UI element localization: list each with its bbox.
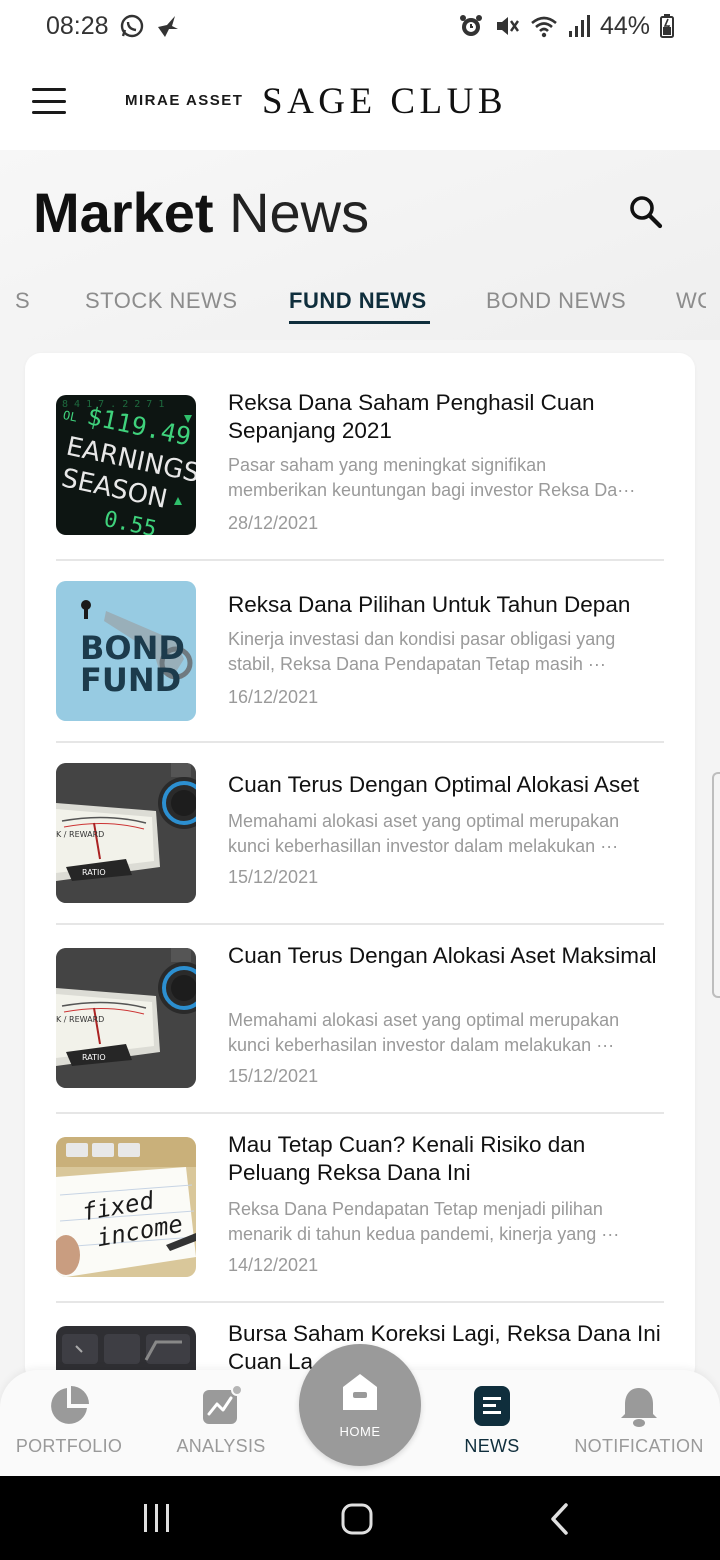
news-item[interactable]: BOND FUND Reksa Dana Pilihan Untuk Tahun… — [56, 581, 664, 743]
news-title: Mau Tetap Cuan? Kenali Risiko dan Peluan… — [228, 1132, 586, 1185]
nav-news-label: NEWS — [464, 1436, 520, 1456]
search-icon[interactable] — [628, 194, 664, 230]
back-icon[interactable] — [548, 1502, 570, 1541]
app-header: MIRAE ASSET SAGE CLUB — [0, 52, 720, 150]
news-thumbnail-ratio: K / REWARD RATIO — [56, 948, 196, 1088]
nav-analysis-label: ANALYSIS — [176, 1436, 266, 1456]
news-title: Cuan Terus Dengan Optimal Alokasi Aset — [228, 772, 640, 797]
status-left: 08:28 — [46, 12, 181, 41]
brand-sage-club: SAGE CLUB — [262, 81, 508, 122]
recent-apps-icon[interactable] — [142, 1502, 172, 1539]
news-thumbnail-ratio: K / REWARD RATIO — [56, 763, 196, 903]
news-desc-line1: Kinerja investasi dan kondisi pasar obli… — [228, 629, 616, 649]
pie-chart-icon — [47, 1384, 91, 1428]
news-date: 28/12/2021 — [228, 513, 319, 533]
news-item[interactable]: fixed income Mau Tetap Cuan? Kenali Risi… — [56, 1132, 664, 1303]
news-thumbnail-earnings: 8 4 1 7 . 2 2 7 1 OL $119.49 EARNINGS SE… — [56, 395, 196, 535]
news-item[interactable]: K / REWARD RATIO Cuan Terus Dengan Aloka… — [56, 943, 664, 1114]
bird-icon — [155, 13, 181, 39]
news-desc-line2: stabil, Reksa Dana Pendapatan Tetap masi… — [228, 654, 606, 674]
divider — [56, 559, 664, 561]
news-item[interactable]: K / REWARD RATIO Cuan Terus Dengan Optim… — [56, 763, 664, 925]
page-title-light: News — [229, 181, 370, 244]
news-desc-line2: memberikan keuntungan bagi investor Reks… — [228, 480, 636, 500]
news-desc-line2: menarik di tahun kedua pandemi, kinerja … — [228, 1224, 620, 1244]
divider — [56, 741, 664, 743]
tab-bond-news[interactable]: BOND NEWS — [486, 288, 626, 314]
battery-icon — [660, 14, 674, 38]
wifi-icon — [530, 13, 558, 39]
earnings-symbol: OL — [62, 408, 79, 425]
ratio-scale: K / REWARD — [56, 830, 104, 839]
chart-trend-icon — [199, 1384, 243, 1428]
news-desc-line1: Pasar saham yang meningkat signifikan — [228, 455, 547, 475]
status-time: 08:28 — [46, 11, 109, 40]
news-desc-line2: kunci keberhasillan investor dalam melak… — [228, 836, 619, 856]
home-button[interactable]: HOME — [299, 1344, 421, 1466]
home-icon — [339, 1371, 381, 1418]
divider — [56, 1112, 664, 1114]
scroll-handle[interactable] — [712, 772, 720, 998]
news-desc-line1: Memahami alokasi aset yang optimal merup… — [228, 1010, 620, 1030]
page-title: Market News — [33, 180, 369, 245]
nav-portfolio[interactable]: PORTFOLIO — [15, 1384, 123, 1457]
active-tab-indicator — [289, 321, 430, 324]
news-date: 14/12/2021 — [228, 1255, 319, 1275]
home-system-icon[interactable] — [340, 1502, 374, 1541]
news-title: Cuan Terus Dengan Alokasi Aset Maksimal — [228, 943, 657, 968]
news-title: Reksa Dana Saham Penghasil Cuan Sepanjan… — [228, 390, 595, 443]
tab-partial-left[interactable]: S — [15, 288, 30, 314]
bell-icon — [617, 1384, 661, 1428]
ratio-scale: K / REWARD — [56, 1015, 104, 1024]
alarm-icon — [458, 13, 484, 39]
whatsapp-icon — [119, 13, 145, 39]
tab-stock-news[interactable]: STOCK NEWS — [85, 288, 238, 314]
news-item[interactable]: 8 4 1 7 . 2 2 7 1 OL $119.49 EARNINGS SE… — [56, 390, 664, 561]
news-tabs: S STOCK NEWS FUND NEWS BOND NEWS WO — [0, 288, 720, 338]
nav-analysis[interactable]: ANALYSIS — [176, 1384, 266, 1457]
news-desc-line1: Reksa Dana Pendapatan Tetap menjadi pili… — [228, 1199, 603, 1219]
news-title: Bursa Saham Koreksi Lagi, Reksa Dana Ini… — [228, 1321, 661, 1374]
news-thumbnail-fixed-income: fixed income — [56, 1137, 196, 1277]
news-icon — [470, 1384, 514, 1428]
divider — [56, 923, 664, 925]
signal-icon — [568, 13, 590, 39]
system-nav-bar — [0, 1476, 720, 1560]
ratio-label: RATIO — [82, 868, 106, 877]
home-label: HOME — [339, 1424, 381, 1439]
nav-notification[interactable]: NOTIFICATION — [574, 1384, 704, 1457]
status-right: 44% — [458, 12, 674, 41]
news-desc-line1: Memahami alokasi aset yang optimal merup… — [228, 811, 620, 831]
nav-news[interactable]: NEWS — [462, 1384, 522, 1457]
news-desc-line2: kunci keberhasilan investor dalam melaku… — [228, 1035, 615, 1055]
news-title: Reksa Dana Pilihan Untuk Tahun Depan — [228, 592, 631, 617]
mute-icon — [494, 13, 520, 39]
ratio-label: RATIO — [82, 1053, 106, 1062]
status-bar: 08:28 44% — [0, 0, 720, 52]
tab-fund-news[interactable]: FUND NEWS — [289, 288, 427, 314]
nav-portfolio-label: PORTFOLIO — [15, 1436, 123, 1456]
news-date: 15/12/2021 — [228, 1066, 319, 1086]
tab-partial-right[interactable]: WO — [676, 288, 706, 314]
nav-notification-label: NOTIFICATION — [574, 1436, 704, 1456]
news-date: 16/12/2021 — [228, 687, 319, 707]
divider — [56, 1301, 664, 1303]
news-date: 15/12/2021 — [228, 867, 319, 887]
fund-word: FUND — [80, 661, 181, 699]
page-title-bold: Market — [33, 181, 214, 244]
news-thumbnail-bond-fund: BOND FUND — [56, 581, 196, 721]
battery-percent: 44% — [599, 11, 650, 40]
menu-icon[interactable] — [32, 88, 66, 114]
brand-mirae-asset: MIRAE ASSET — [125, 92, 244, 109]
news-list-card: 8 4 1 7 . 2 2 7 1 OL $119.49 EARNINGS SE… — [25, 353, 695, 1383]
